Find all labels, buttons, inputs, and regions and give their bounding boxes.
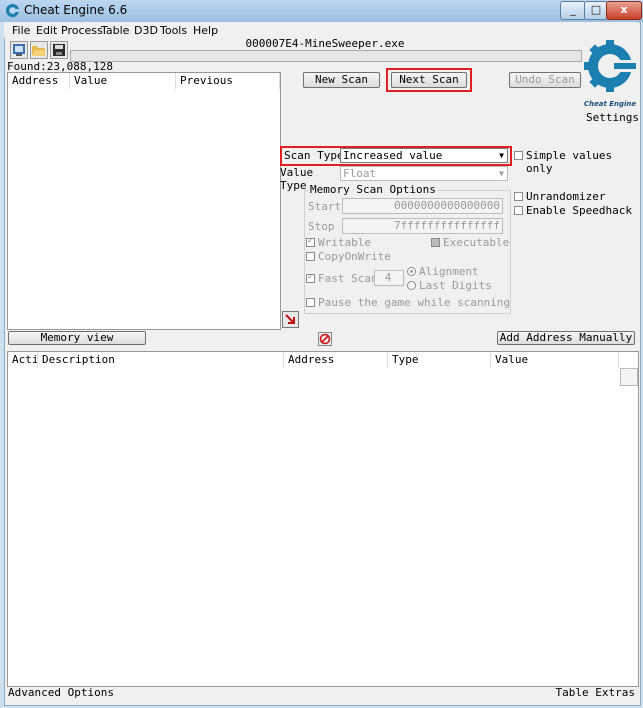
pause-game-checkbox[interactable] (306, 298, 315, 307)
column-type[interactable]: Type (388, 352, 491, 368)
fast-scan-label: Fast Scan (318, 272, 378, 285)
value-type-select[interactable]: Float ▼ (340, 166, 508, 181)
executable-label: Executable (443, 236, 510, 249)
executable-checkbox[interactable] (431, 238, 440, 247)
status-bar: Advanced Options Table Extras (4, 685, 639, 700)
value-type-value: Float (343, 167, 377, 180)
scan-type-select[interactable]: Increased value ▼ (340, 148, 508, 163)
menu-process[interactable]: Process (61, 24, 103, 37)
save-icon[interactable] (50, 41, 68, 59)
menu-edit[interactable]: Edit (36, 24, 57, 37)
close-button[interactable]: x (606, 1, 642, 20)
unrandomizer-label: Unrandomizer (526, 190, 606, 203)
menu-table[interactable]: Table (101, 24, 129, 37)
open-file-icon[interactable] (30, 41, 48, 59)
window-title: Cheat Engine 6.6 (24, 3, 128, 17)
column-address[interactable]: Address (8, 73, 70, 89)
last-digits-radio[interactable] (407, 281, 416, 290)
simple-values-checkbox[interactable] (514, 151, 523, 160)
column-address[interactable]: Address (284, 352, 388, 368)
process-name: 000007E4-MineSweeper.exe (245, 37, 405, 50)
copyonwrite-label: CopyOnWrite (318, 250, 391, 263)
minimize-button[interactable]: _ (560, 1, 586, 20)
scan-type-label: Scan Type (284, 149, 344, 162)
enable-speedhack-label: Enable Speedhack (526, 204, 632, 217)
menu-help[interactable]: Help (193, 24, 218, 37)
stop-icon[interactable] (318, 332, 332, 346)
logo-text: Cheat Engine (584, 100, 636, 108)
alignment-radio[interactable] (407, 267, 416, 276)
undo-scan-button[interactable]: Undo Scan (509, 72, 581, 88)
last-digits-label: Last Digits (419, 279, 492, 292)
pause-game-label: Pause the game while scanning (318, 296, 511, 309)
table-extras-link[interactable]: Table Extras (556, 686, 635, 699)
stop-label: Stop (308, 220, 335, 233)
writable-checkbox[interactable] (306, 236, 315, 247)
new-scan-button[interactable]: New Scan (303, 72, 380, 88)
cheat-engine-logo[interactable]: Cheat Engine (584, 38, 636, 112)
column-description[interactable]: Description (38, 352, 284, 368)
next-scan-button[interactable]: Next Scan (391, 72, 467, 88)
memory-view-button[interactable]: Memory view (8, 331, 146, 345)
open-process-icon[interactable] (10, 41, 28, 59)
start-label: Start (308, 200, 342, 213)
column-previous[interactable]: Previous (176, 73, 280, 89)
start-address-field[interactable]: 0000000000000000 (342, 198, 503, 214)
enable-speedhack-checkbox[interactable] (514, 206, 523, 215)
scan-progress-bar (70, 50, 582, 62)
menu-file[interactable]: File (12, 24, 30, 37)
advanced-options-link[interactable]: Advanced Options (8, 686, 114, 699)
chevron-down-icon: ▼ (499, 169, 504, 178)
settings-link[interactable]: Settings (586, 111, 639, 124)
simple-values-label: Simple values only (526, 149, 613, 175)
column-value[interactable]: Value (70, 73, 176, 89)
column-value[interactable]: Value (491, 352, 619, 368)
fast-scan-alignment-field[interactable]: 4 (374, 270, 404, 286)
memory-scan-options-title: Memory Scan Options (308, 183, 438, 196)
address-table[interactable]: Acti Description Address Type Value (7, 351, 639, 687)
cheat-engine-app-icon (5, 3, 20, 18)
menu-bar: File Edit Process Table D3D Tools Help (4, 22, 639, 38)
copy-to-table-arrow-icon[interactable] (282, 311, 299, 328)
menu-tools[interactable]: Tools (160, 24, 187, 37)
add-address-manually-button[interactable]: Add Address Manually (497, 331, 635, 345)
menu-d3d[interactable]: D3D (134, 24, 158, 37)
unrandomizer-checkbox[interactable] (514, 192, 523, 201)
column-active[interactable]: Acti (8, 352, 38, 368)
writable-label: Writable (318, 236, 371, 249)
scan-type-value: Increased value (343, 149, 443, 162)
alignment-label: Alignment (419, 265, 479, 278)
copyonwrite-checkbox[interactable] (306, 252, 315, 261)
chevron-down-icon: ▼ (499, 151, 504, 160)
fast-scan-checkbox[interactable] (306, 272, 315, 283)
scrollbar-up-button[interactable] (620, 368, 638, 386)
maximize-button[interactable]: □ (584, 1, 608, 20)
found-address-list[interactable]: Address Value Previous (7, 72, 281, 330)
stop-address-field[interactable]: 7fffffffffffffff (342, 218, 503, 234)
